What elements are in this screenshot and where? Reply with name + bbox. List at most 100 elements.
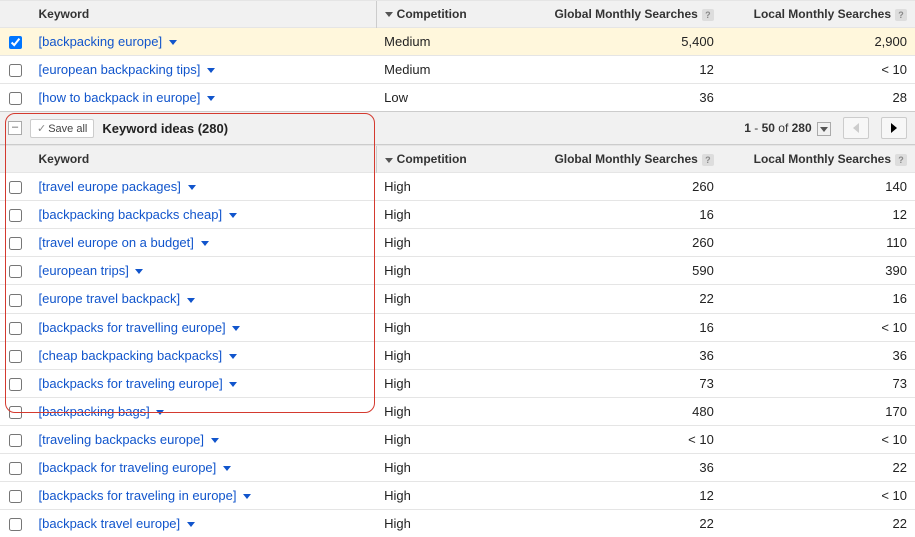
row-checkbox[interactable] — [9, 434, 22, 447]
row-checkbox[interactable] — [9, 209, 22, 222]
header-global[interactable]: Global Monthly Searches? — [518, 146, 721, 173]
save-all-button[interactable]: ✓Save all — [30, 119, 94, 138]
dropdown-icon[interactable] — [229, 213, 237, 218]
row-checkbox[interactable] — [9, 462, 22, 475]
dropdown-icon[interactable] — [229, 354, 237, 359]
keyword-link[interactable]: [travel europe on a budget] — [39, 235, 194, 250]
keyword-link[interactable]: [european backpacking tips] — [39, 62, 201, 77]
header-checkbox — [0, 146, 31, 173]
global-searches-cell: 16 — [518, 313, 721, 341]
collapse-icon[interactable]: – — [8, 121, 22, 135]
local-searches-cell: 73 — [722, 369, 915, 397]
next-page-button[interactable] — [881, 117, 907, 139]
table-row: [backpacks for traveling europe] High737… — [0, 369, 915, 397]
table-row: [backpacking backpacks cheap] High1612 — [0, 201, 915, 229]
pagination-info: 1 - 50 of 280 — [744, 121, 831, 136]
row-checkbox[interactable] — [9, 181, 22, 194]
chevron-right-icon — [891, 123, 897, 133]
keyword-link[interactable]: [how to backpack in europe] — [39, 90, 201, 105]
row-checkbox[interactable] — [9, 518, 22, 531]
row-checkbox[interactable] — [9, 36, 22, 49]
competition-cell: Low — [376, 84, 518, 112]
help-icon[interactable]: ? — [702, 9, 714, 21]
competition-cell: High — [376, 173, 518, 201]
row-checkbox[interactable] — [9, 294, 22, 307]
keyword-link[interactable]: [backpacks for traveling in europe] — [39, 488, 237, 503]
dropdown-icon[interactable] — [187, 298, 195, 303]
dropdown-icon[interactable] — [229, 382, 237, 387]
competition-cell: High — [376, 285, 518, 313]
row-checkbox[interactable] — [9, 490, 22, 503]
help-icon[interactable]: ? — [702, 154, 714, 166]
global-searches-cell: 36 — [518, 84, 721, 112]
header-keyword[interactable]: Keyword — [31, 1, 377, 28]
global-searches-cell: 73 — [518, 369, 721, 397]
row-checkbox[interactable] — [9, 265, 22, 278]
prev-page-button[interactable] — [843, 117, 869, 139]
table-row: [europe travel backpack] High2216 — [0, 285, 915, 313]
global-searches-cell: 12 — [518, 481, 721, 509]
competition-cell: High — [376, 481, 518, 509]
row-checkbox[interactable] — [9, 406, 22, 419]
header-competition[interactable]: Competition — [376, 1, 518, 28]
table-row: [backpack for traveling europe] High3622 — [0, 453, 915, 481]
keyword-link[interactable]: [travel europe packages] — [39, 179, 181, 194]
row-checkbox[interactable] — [9, 378, 22, 391]
help-icon[interactable]: ? — [895, 154, 907, 166]
dropdown-icon[interactable] — [211, 438, 219, 443]
global-searches-cell: 12 — [518, 56, 721, 84]
header-global[interactable]: Global Monthly Searches? — [518, 1, 721, 28]
table-row: [cheap backpacking backpacks] High3636 — [0, 341, 915, 369]
global-searches-cell: 260 — [518, 173, 721, 201]
section-title: Keyword ideas (280) — [102, 121, 228, 136]
competition-cell: High — [376, 257, 518, 285]
chevron-left-icon — [853, 123, 859, 133]
competition-cell: Medium — [376, 56, 518, 84]
dropdown-icon[interactable] — [201, 241, 209, 246]
keyword-link[interactable]: [backpacking bags] — [39, 404, 150, 419]
keyword-link[interactable]: [european trips] — [39, 263, 129, 278]
keyword-ideas-table: Keyword Competition Global Monthly Searc… — [0, 145, 915, 537]
header-keyword[interactable]: Keyword — [31, 146, 377, 173]
help-icon[interactable]: ? — [895, 9, 907, 21]
competition-cell: High — [376, 509, 518, 537]
dropdown-icon[interactable] — [243, 494, 251, 499]
local-searches-cell: 2,900 — [722, 28, 915, 56]
keyword-link[interactable]: [cheap backpacking backpacks] — [39, 348, 223, 363]
header-local[interactable]: Local Monthly Searches? — [722, 146, 915, 173]
dropdown-icon[interactable] — [169, 40, 177, 45]
dropdown-icon[interactable] — [207, 68, 215, 73]
keyword-link[interactable]: [europe travel backpack] — [39, 291, 181, 306]
row-checkbox[interactable] — [9, 350, 22, 363]
dropdown-icon[interactable] — [187, 522, 195, 527]
header-competition[interactable]: Competition — [376, 146, 518, 173]
row-checkbox[interactable] — [9, 322, 22, 335]
row-checkbox[interactable] — [9, 237, 22, 250]
global-searches-cell: 590 — [518, 257, 721, 285]
row-checkbox[interactable] — [9, 64, 22, 77]
header-checkbox — [0, 1, 31, 28]
global-searches-cell: 5,400 — [518, 28, 721, 56]
dropdown-icon[interactable] — [188, 185, 196, 190]
dropdown-icon[interactable] — [232, 326, 240, 331]
keyword-link[interactable]: [backpack for traveling europe] — [39, 460, 217, 475]
global-searches-cell: 22 — [518, 285, 721, 313]
dropdown-icon[interactable] — [156, 410, 164, 415]
keyword-link[interactable]: [backpacks for traveling europe] — [39, 376, 223, 391]
dropdown-icon[interactable] — [223, 466, 231, 471]
check-icon: ✓ — [37, 123, 46, 135]
global-searches-cell: 36 — [518, 453, 721, 481]
table-row: [backpacking europe] Medium5,4002,900 — [0, 28, 915, 56]
header-local[interactable]: Local Monthly Searches? — [722, 1, 915, 28]
local-searches-cell: 140 — [722, 173, 915, 201]
keyword-link[interactable]: [traveling backpacks europe] — [39, 432, 204, 447]
keyword-link[interactable]: [backpacking europe] — [39, 34, 163, 49]
dropdown-icon[interactable] — [135, 269, 143, 274]
keyword-link[interactable]: [backpacking backpacks cheap] — [39, 207, 223, 222]
page-size-dropdown[interactable] — [817, 122, 831, 136]
table-row: [backpacks for traveling in europe] High… — [0, 481, 915, 509]
keyword-link[interactable]: [backpack travel europe] — [39, 516, 181, 531]
row-checkbox[interactable] — [9, 92, 22, 105]
keyword-link[interactable]: [backpacks for travelling europe] — [39, 320, 226, 335]
dropdown-icon[interactable] — [207, 96, 215, 101]
